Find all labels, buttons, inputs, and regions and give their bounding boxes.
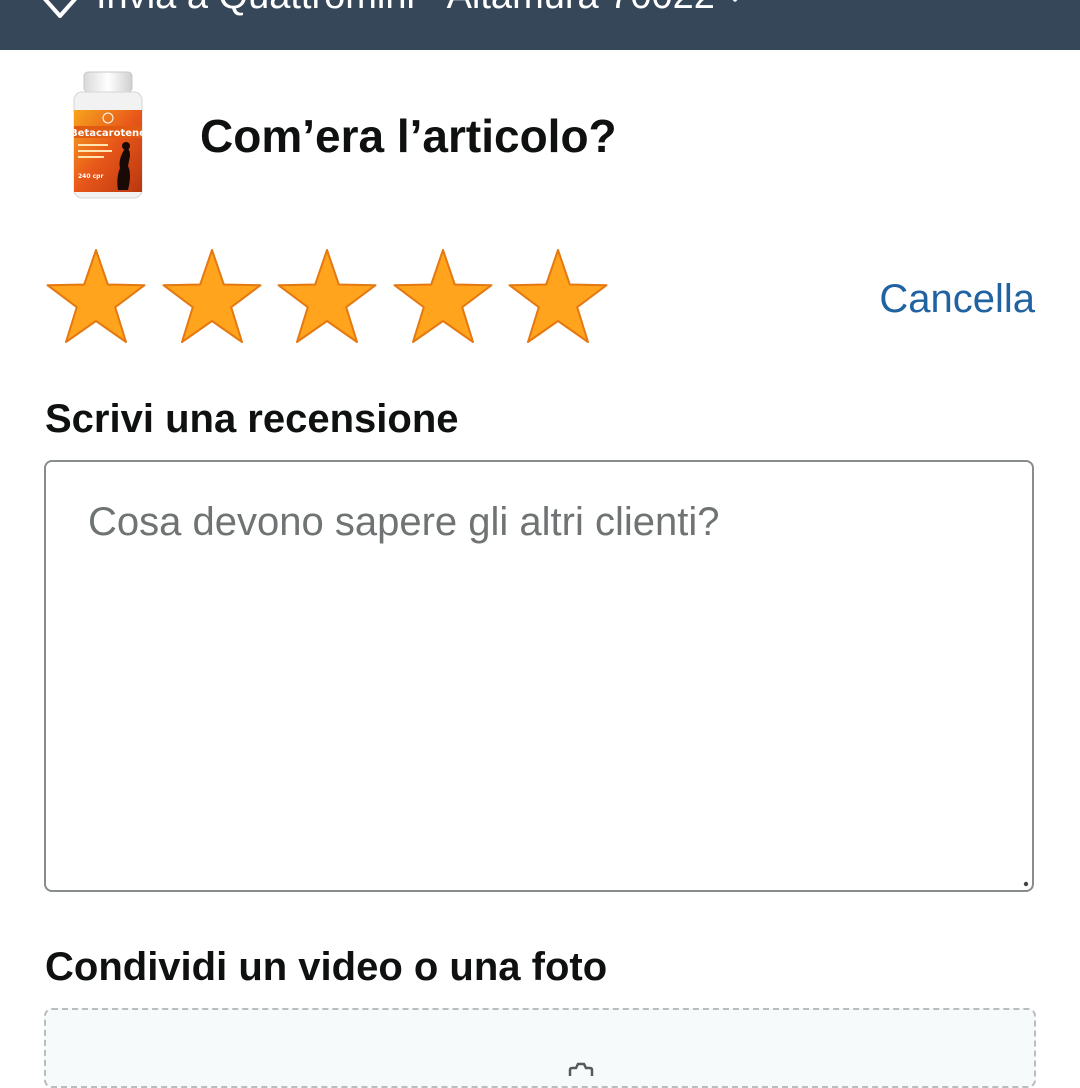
star-3-icon[interactable]	[275, 246, 379, 350]
delivery-bar[interactable]: Invia a Quattromini - Altamura 70022	[0, 0, 1080, 50]
star-rating[interactable]	[44, 246, 622, 350]
camera-icon	[568, 1062, 594, 1076]
review-textarea[interactable]	[46, 462, 1032, 890]
star-2-icon[interactable]	[160, 246, 264, 350]
product-label-name: Betacarotene	[70, 128, 146, 139]
rating-question: Com’era l’articolo?	[200, 110, 617, 162]
media-section-title: Condividi un video o una foto	[45, 945, 608, 989]
review-section-title: Scrivi una recensione	[45, 397, 459, 441]
media-upload-dropzone[interactable]	[44, 1008, 1036, 1088]
review-textarea-container	[44, 460, 1034, 892]
product-label-count: 240 cpr	[78, 173, 103, 180]
product-image: Betacarotene 240 cpr	[70, 71, 146, 199]
resize-grip-icon[interactable]	[1021, 879, 1029, 887]
star-4-icon[interactable]	[391, 246, 495, 350]
star-1-icon[interactable]	[44, 246, 148, 350]
clear-rating-link[interactable]: Cancella	[879, 274, 1035, 324]
star-5-icon[interactable]	[506, 246, 610, 350]
chevron-down-icon	[732, 0, 738, 2]
location-pin-icon	[43, 0, 77, 18]
delivery-address: Invia a Quattromini - Altamura 70022	[96, 0, 715, 18]
